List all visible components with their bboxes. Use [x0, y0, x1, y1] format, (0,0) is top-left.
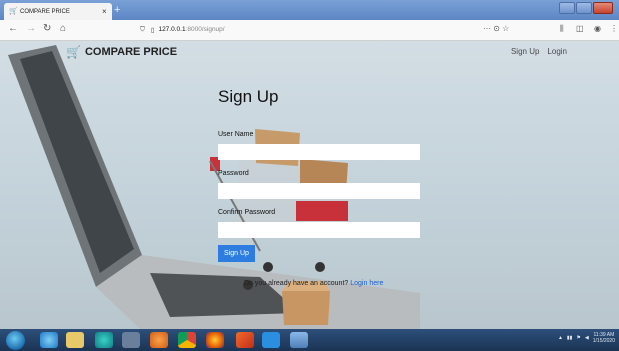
- url-host: 127.0.0.1: [158, 26, 186, 33]
- confirm-password-label: Confirm Password: [218, 209, 276, 216]
- vscode-icon[interactable]: [262, 332, 280, 348]
- library-icon[interactable]: ⫼: [560, 24, 564, 34]
- address-bar[interactable]: ⛉ ▯ 127.0.0.1:8000/signup/: [140, 23, 500, 36]
- sidebar-icon[interactable]: ◫: [576, 24, 584, 33]
- browser-nav-bar: ← → ↻ ⌂ ⛉ ▯ 127.0.0.1:8000/signup/ ··· ⊙…: [0, 20, 619, 41]
- firefox-icon[interactable]: [206, 332, 224, 348]
- nav-signup-link[interactable]: Sign Up: [511, 47, 539, 56]
- browser-tab-bar: 🛒 COMPARE PRICE × +: [0, 0, 619, 20]
- account-icon[interactable]: ◉: [594, 24, 601, 33]
- forward-arrow-icon[interactable]: →: [26, 23, 36, 35]
- flag-icon[interactable]: ⚑: [576, 335, 580, 341]
- cart-favicon-icon: 🛒: [9, 8, 18, 15]
- username-field[interactable]: [218, 144, 420, 160]
- window-controls: [559, 2, 613, 14]
- home-icon[interactable]: ⌂: [60, 23, 66, 35]
- login-prompt-text: Do you already have an account?: [244, 280, 349, 287]
- matlab-icon[interactable]: [236, 332, 254, 348]
- password-label: Password: [218, 170, 249, 177]
- media-player-icon[interactable]: [150, 332, 168, 348]
- maximize-button[interactable]: [576, 2, 592, 14]
- chrome-icon[interactable]: [178, 332, 196, 348]
- page-title: Sign Up: [218, 87, 279, 106]
- paint-icon[interactable]: [122, 332, 140, 348]
- start-button[interactable]: [6, 331, 25, 350]
- minimize-button[interactable]: [559, 2, 575, 14]
- login-prompt: Do you already have an account? Login he…: [244, 280, 383, 287]
- page-actions-icon[interactable]: ··· ⊙ ☆: [483, 24, 509, 33]
- signup-page: 🛒 COMPARE PRICE Sign Up Login Sign Up Us…: [0, 41, 619, 329]
- reload-icon[interactable]: ↻: [43, 23, 51, 35]
- nav-login-link[interactable]: Login: [547, 47, 567, 56]
- file-explorer-icon[interactable]: [66, 332, 84, 348]
- close-window-button[interactable]: [593, 2, 613, 14]
- url-path: :8000/signup/: [185, 26, 225, 33]
- brand-logo[interactable]: 🛒 COMPARE PRICE: [66, 45, 177, 59]
- top-nav: Sign Up Login: [511, 47, 567, 56]
- username-label: User Name: [218, 131, 254, 138]
- clock[interactable]: 11:39 AM 1/15/2020: [593, 332, 615, 344]
- confirm-password-field[interactable]: [218, 222, 420, 238]
- system-tray: ▲ ▮▮ ⚑ ◀ 11:39 AM 1/15/2020: [558, 332, 615, 344]
- page-icon: ▯: [150, 26, 155, 34]
- menu-icon[interactable]: ⋮: [610, 24, 618, 33]
- network-icon[interactable]: ▮▮: [567, 335, 573, 341]
- new-tab-button[interactable]: +: [114, 4, 120, 16]
- tray-arrow-icon[interactable]: ▲: [558, 335, 563, 341]
- back-arrow-icon[interactable]: ←: [8, 23, 18, 35]
- windows-taskbar: ▲ ▮▮ ⚑ ◀ 11:39 AM 1/15/2020: [0, 329, 619, 351]
- app-window-icon[interactable]: [290, 332, 308, 348]
- password-field[interactable]: [218, 183, 420, 199]
- tab-close-icon[interactable]: ×: [102, 7, 112, 16]
- arduino-icon[interactable]: [95, 332, 113, 348]
- browser-tab[interactable]: 🛒 COMPARE PRICE ×: [4, 3, 112, 20]
- volume-icon[interactable]: ◀: [585, 335, 589, 341]
- login-here-link[interactable]: Login here: [350, 280, 383, 287]
- signup-submit-button[interactable]: Sign Up: [218, 245, 255, 262]
- ie-icon[interactable]: [40, 332, 58, 348]
- cart-icon: 🛒: [66, 45, 81, 59]
- clock-date: 1/15/2020: [592, 338, 615, 344]
- tab-title: COMPARE PRICE: [20, 8, 70, 15]
- brand-name: COMPARE PRICE: [84, 46, 178, 58]
- shield-icon: ⛉: [140, 25, 145, 33]
